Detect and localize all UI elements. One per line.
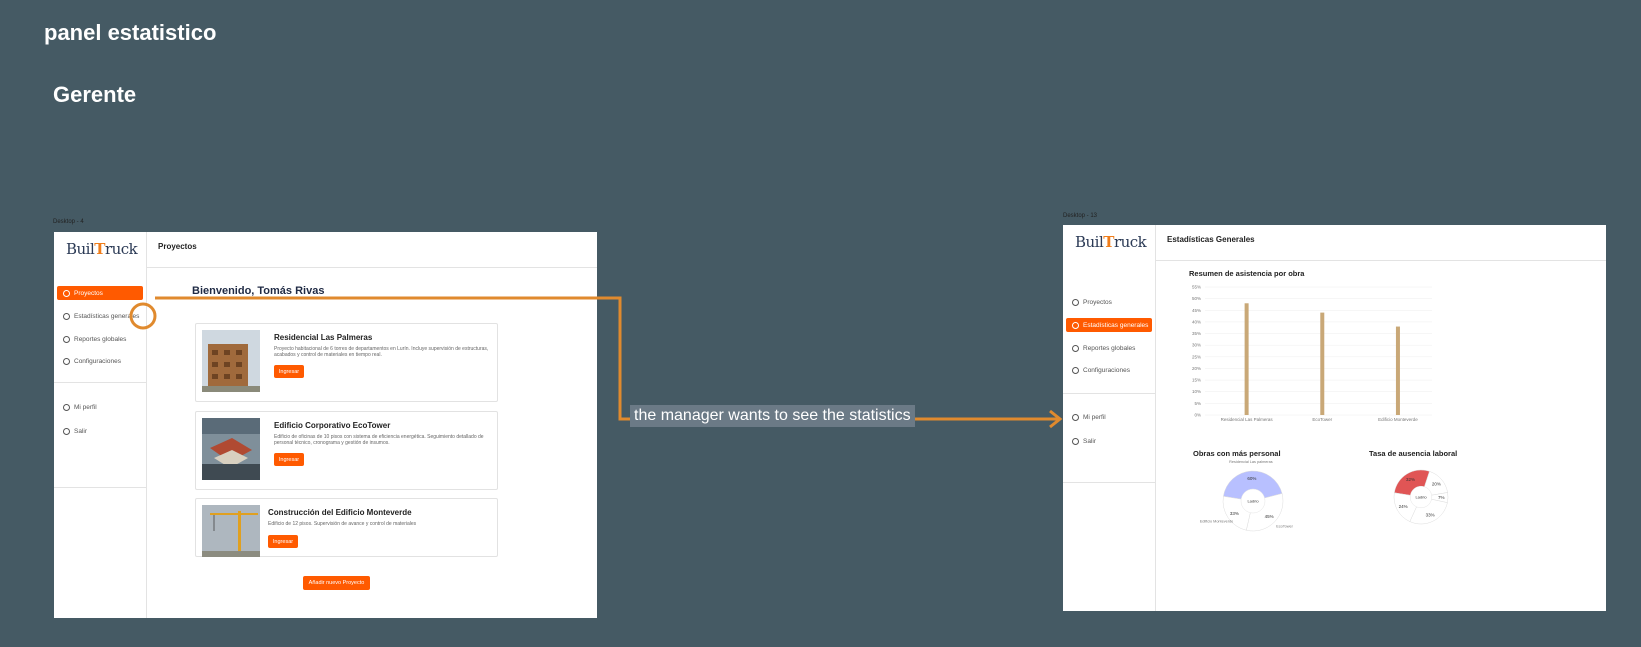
hotspot-circle [129,302,157,330]
flow-connector [129,296,1063,429]
annotation-label: the manager wants to see the statistics [630,405,915,427]
connector-line [155,296,1058,421]
